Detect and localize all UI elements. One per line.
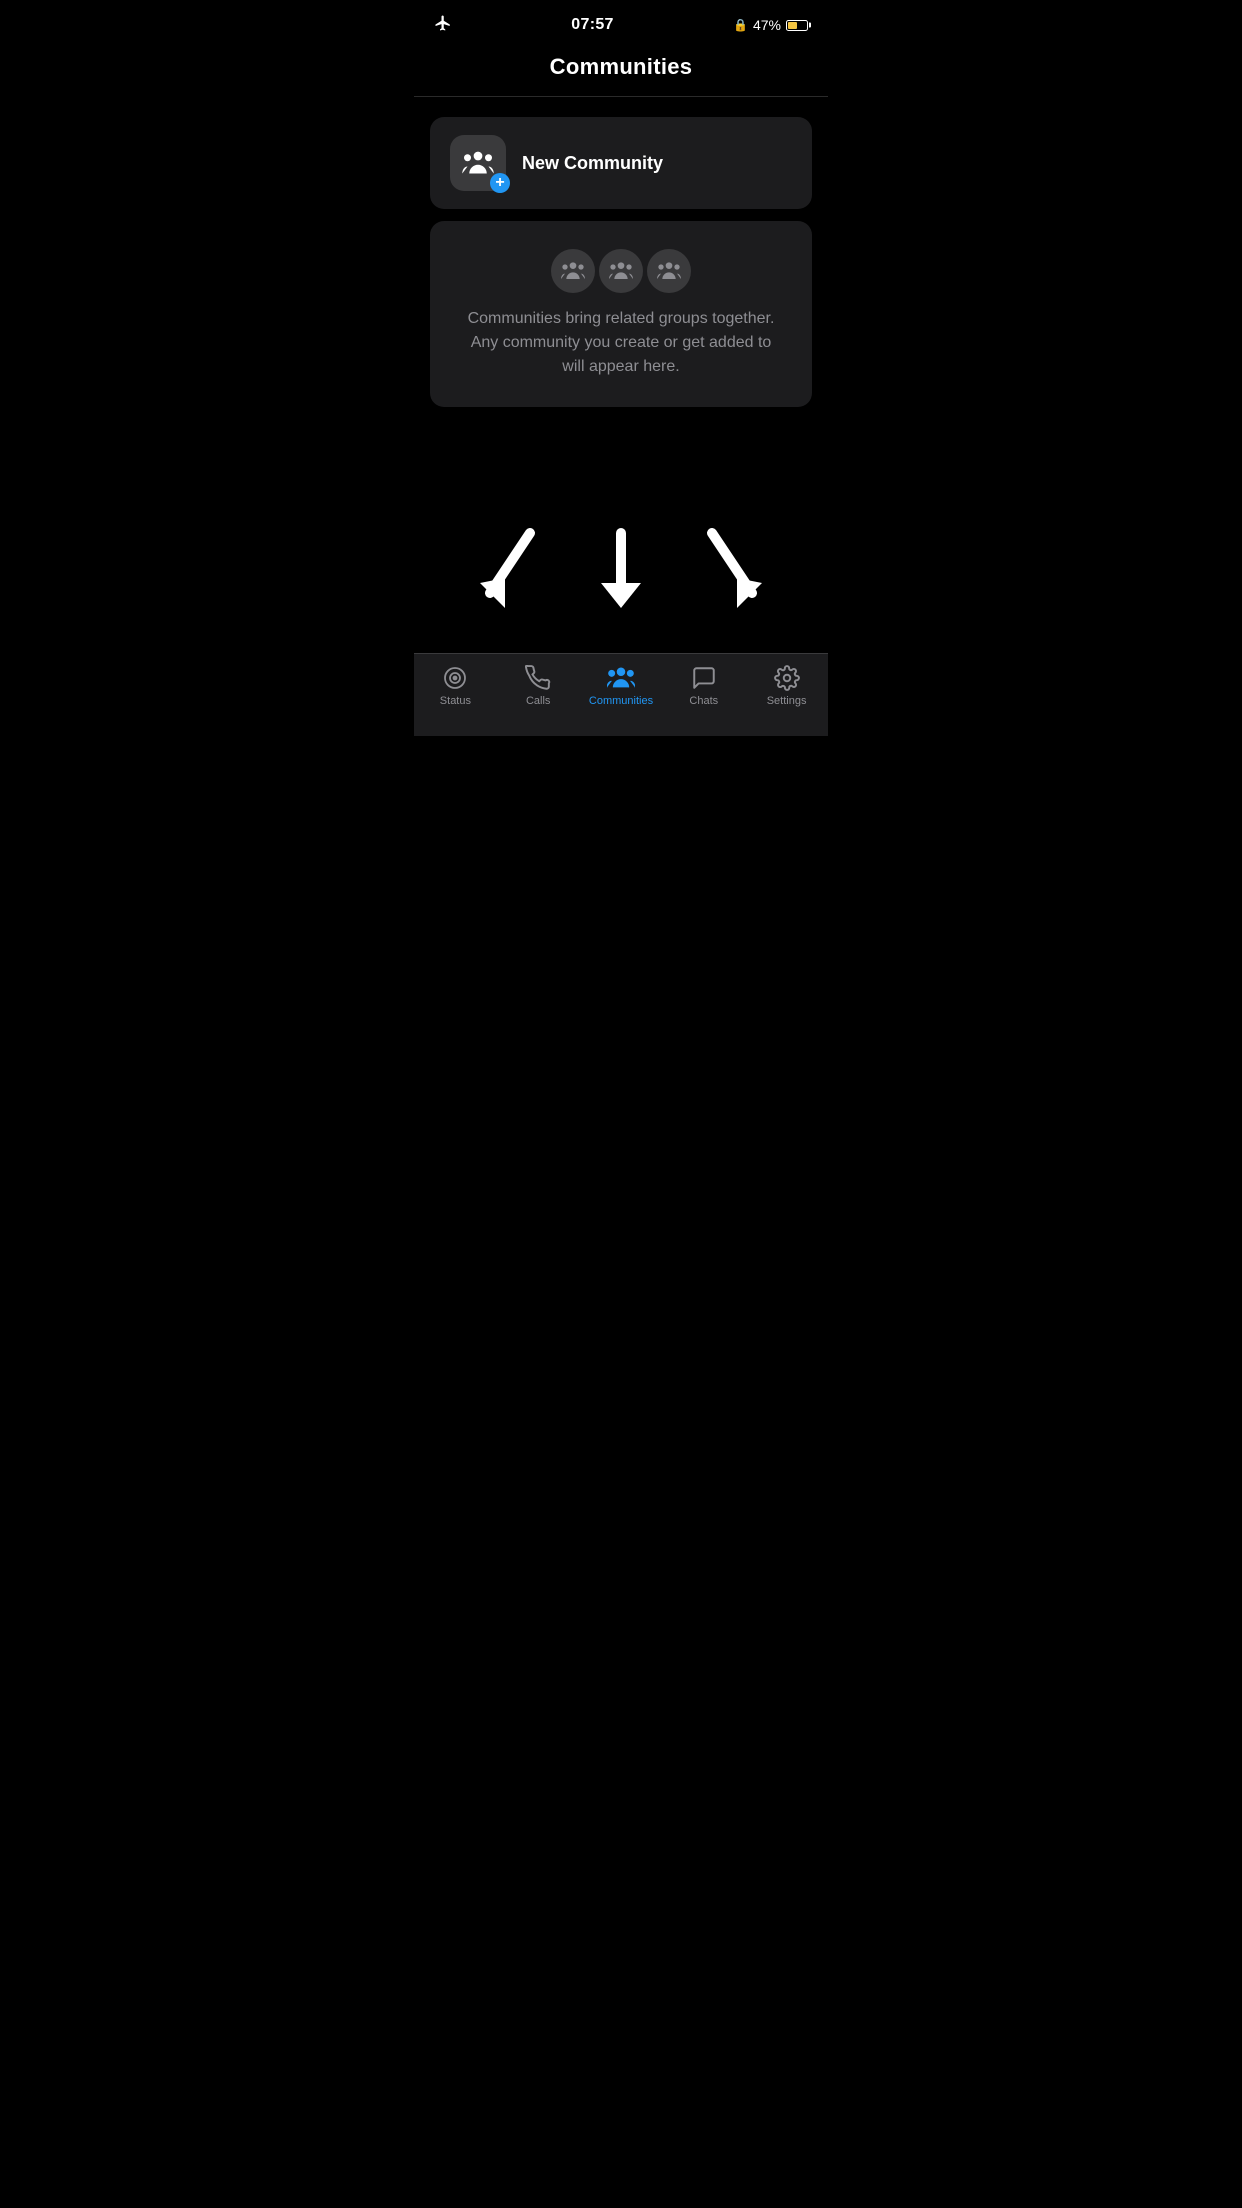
airplane-mode-icon — [434, 14, 452, 36]
chats-tab-label: Chats — [689, 695, 718, 707]
status-time: 07:57 — [571, 16, 613, 34]
community-group-icon — [462, 149, 494, 177]
status-bar: 07:57 🔒 47% — [414, 0, 828, 44]
info-card: Communities bring related groups togethe… — [430, 221, 812, 407]
tab-settings[interactable]: Settings — [745, 664, 828, 707]
group-svg-2 — [609, 260, 633, 282]
status-right-area: 🔒 47% — [733, 17, 808, 33]
battery-icon — [786, 20, 808, 31]
settings-tab-icon — [773, 664, 801, 692]
arrow-center — [591, 528, 651, 608]
new-community-label: New Community — [522, 153, 663, 174]
status-tab-icon — [441, 664, 469, 692]
info-description: Communities bring related groups togethe… — [461, 307, 781, 379]
calls-tab-icon — [524, 664, 552, 692]
page-title: Communities — [414, 44, 828, 96]
status-tab-label: Status — [440, 695, 471, 707]
tab-communities[interactable]: Communities — [580, 664, 663, 707]
group-svg-3 — [657, 260, 681, 282]
arrow-right — [702, 528, 762, 608]
tab-bar: Status Calls Communities — [414, 653, 828, 736]
battery-percent: 47% — [753, 17, 781, 33]
communities-tab-icon — [607, 664, 635, 692]
new-community-icon-wrap: + — [450, 135, 506, 191]
lock-icon: 🔒 — [733, 18, 748, 32]
plus-badge: + — [490, 173, 510, 193]
tab-chats[interactable]: Chats — [662, 664, 745, 707]
arrow-left — [480, 528, 540, 608]
arrows-container — [414, 468, 828, 668]
tab-calls[interactable]: Calls — [497, 664, 580, 707]
settings-tab-label: Settings — [767, 695, 807, 707]
groups-icon-row — [551, 249, 691, 293]
tab-status[interactable]: Status — [414, 664, 497, 707]
group-icon-1 — [551, 249, 595, 293]
group-icon-3 — [647, 249, 691, 293]
main-content: + New Community — [414, 97, 828, 427]
new-community-card[interactable]: + New Community — [430, 117, 812, 209]
group-svg-1 — [561, 260, 585, 282]
group-icon-2 — [599, 249, 643, 293]
calls-tab-label: Calls — [526, 695, 550, 707]
chats-tab-icon — [690, 664, 718, 692]
communities-tab-label: Communities — [589, 695, 653, 707]
